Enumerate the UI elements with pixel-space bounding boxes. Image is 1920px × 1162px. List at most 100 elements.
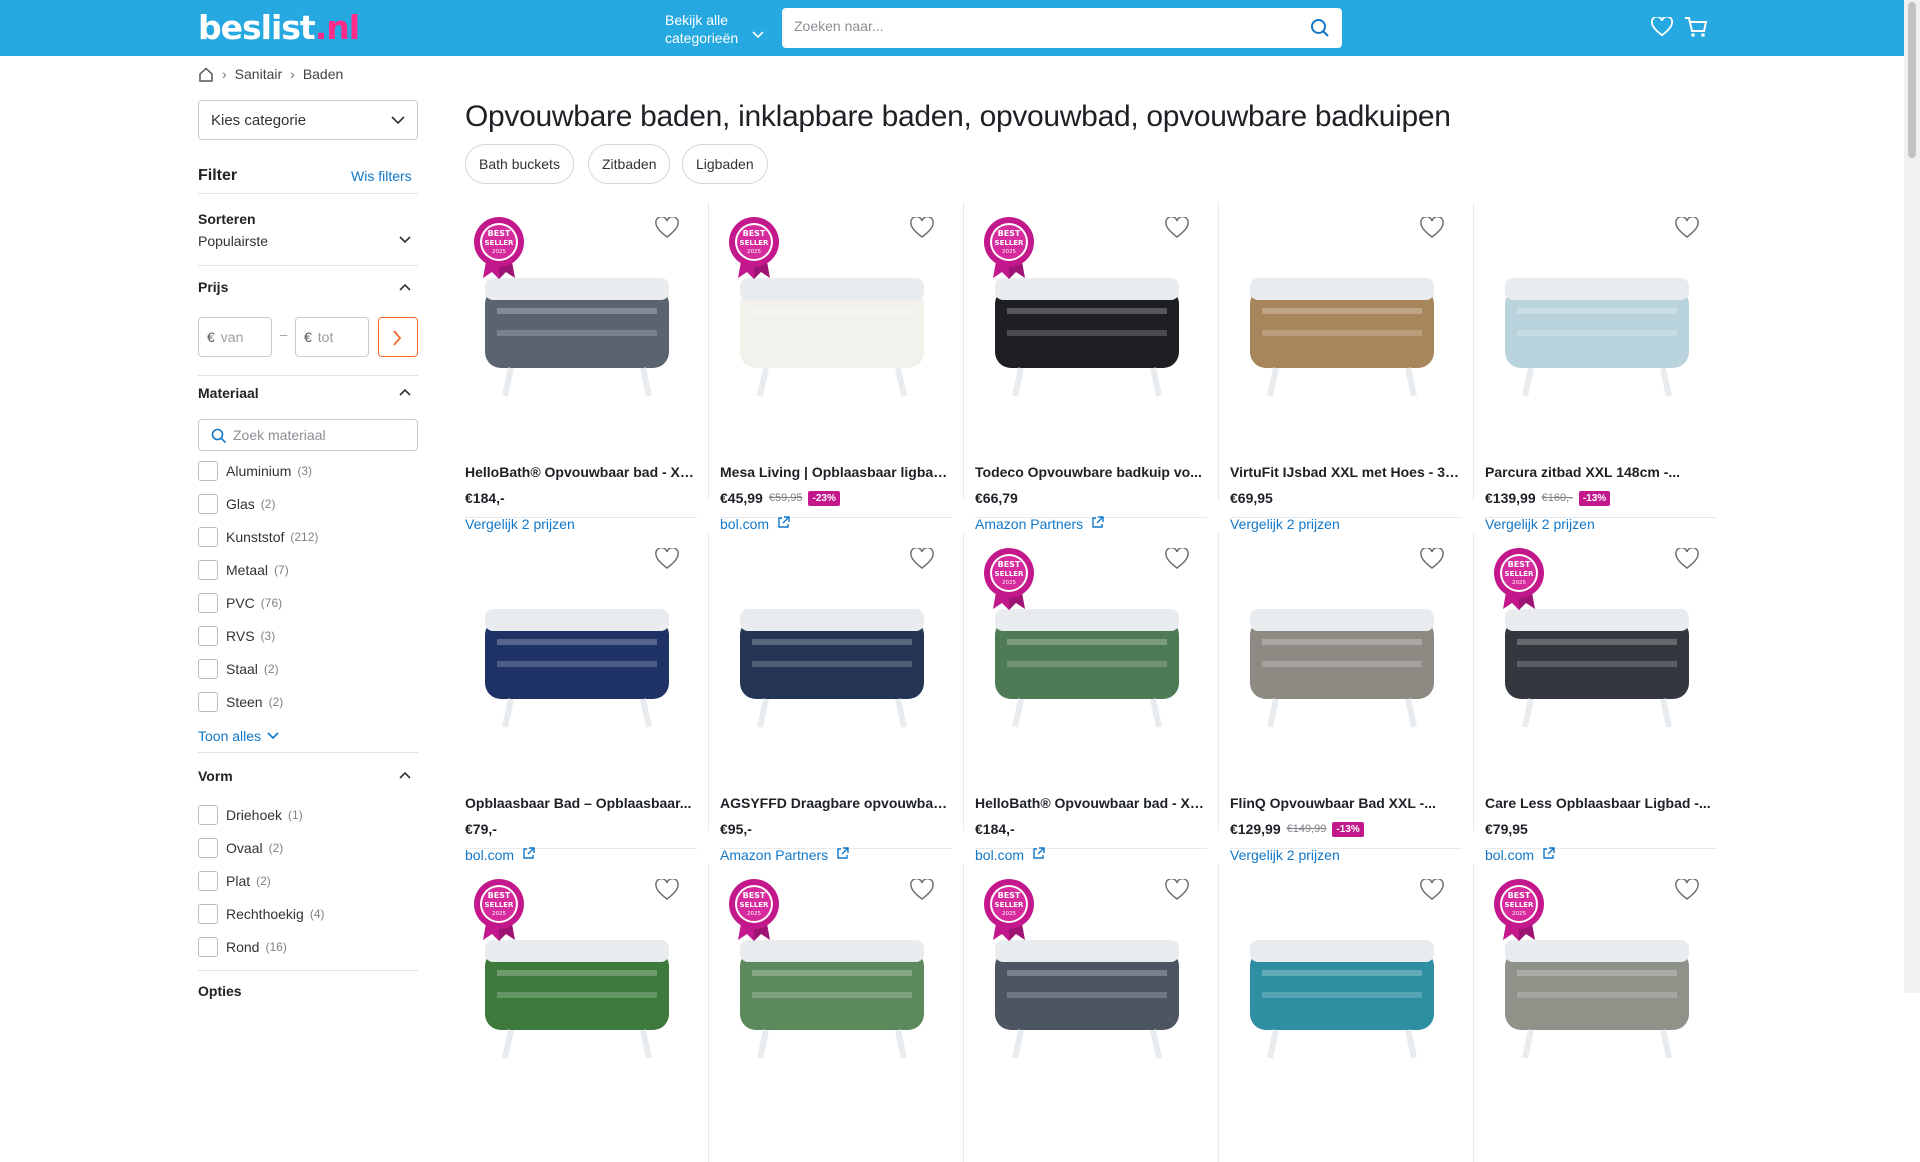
product-image[interactable] (471, 539, 683, 751)
product-card[interactable]: VirtuFit IJsbad XXL met Hoes - 37... €69,… (1230, 202, 1474, 532)
material-option[interactable]: Kunststof (212) (198, 527, 318, 547)
search-input[interactable] (794, 18, 1294, 34)
checkbox[interactable] (198, 494, 218, 514)
product-name[interactable]: VirtuFit IJsbad XXL met Hoes - 37... (1230, 464, 1462, 480)
chevron-up-icon[interactable] (399, 388, 411, 396)
product-card[interactable] (1230, 864, 1474, 1162)
product-card[interactable]: BEST SELLER 2025 HelloBath® Opvouwbaar bad … (465, 202, 709, 532)
product-image[interactable] (726, 539, 938, 751)
material-option[interactable]: PVC (76) (198, 593, 282, 613)
favorite-heart-icon[interactable] (910, 546, 934, 572)
home-icon[interactable] (198, 66, 214, 82)
checkbox[interactable] (198, 560, 218, 580)
favorite-heart-icon[interactable] (1675, 215, 1699, 241)
favorite-heart-icon[interactable] (655, 877, 679, 903)
checkbox[interactable] (198, 838, 218, 858)
product-image[interactable] (1491, 208, 1703, 420)
favorite-heart-icon[interactable] (1420, 877, 1444, 903)
sort-value[interactable]: Populairste (198, 233, 268, 249)
material-option[interactable]: Staal (2) (198, 659, 279, 679)
all-categories-button[interactable]: Bekijk alle categorieën (665, 11, 764, 47)
material-search-input[interactable] (233, 427, 403, 443)
clear-filters-link[interactable]: Wis filters (351, 168, 412, 184)
product-name[interactable]: Mesa Living | Opblaasbaar ligbad ... (720, 464, 952, 480)
product-shop-link[interactable]: Amazon Partners (975, 516, 1104, 532)
product-shop-link[interactable]: Vergelijk 2 prijzen (1230, 516, 1340, 532)
chevron-down-icon[interactable] (399, 236, 411, 244)
checkbox[interactable] (198, 692, 218, 712)
checkbox[interactable] (198, 593, 218, 613)
favorites-heart-icon[interactable] (1651, 17, 1673, 37)
checkbox[interactable] (198, 659, 218, 679)
product-card[interactable]: FlinQ Opvouwbaar Bad XXL -... €129,99 €149… (1230, 533, 1474, 863)
cart-icon[interactable] (1684, 16, 1708, 38)
material-option[interactable]: Glas (2) (198, 494, 275, 514)
product-shop-link[interactable]: Vergelijk 2 prijzen (1485, 516, 1595, 532)
product-card[interactable]: BEST SELLER 2025 (465, 864, 709, 1162)
product-card[interactable]: BEST SELLER 2025 Mesa Living | Opblaasbaar … (720, 202, 964, 532)
chip-ligbaden[interactable]: Ligbaden (682, 144, 768, 184)
favorite-heart-icon[interactable] (1165, 215, 1189, 241)
product-card[interactable]: BEST SELLER 2025 HelloBath® Opvouwbaar bad … (975, 533, 1219, 863)
shape-option[interactable]: Rond (16) (198, 937, 287, 957)
favorite-heart-icon[interactable] (910, 877, 934, 903)
favorite-heart-icon[interactable] (655, 215, 679, 241)
breadcrumb-item[interactable]: Sanitair (235, 66, 282, 82)
product-name[interactable]: Care Less Opblaasbaar Ligbad -... (1485, 795, 1717, 811)
checkbox[interactable] (198, 871, 218, 891)
favorite-heart-icon[interactable] (1420, 546, 1444, 572)
show-all-link[interactable]: Toon alles (198, 728, 279, 744)
product-image[interactable] (1236, 208, 1448, 420)
product-image[interactable] (1236, 870, 1448, 1082)
product-shop-link[interactable]: Amazon Partners (720, 847, 849, 863)
favorite-heart-icon[interactable] (910, 215, 934, 241)
product-shop-link[interactable]: bol.com (720, 516, 790, 532)
product-shop-link[interactable]: Vergelijk 2 prijzen (1230, 847, 1340, 863)
checkbox[interactable] (198, 626, 218, 646)
chevron-up-icon[interactable] (399, 771, 411, 779)
favorite-heart-icon[interactable] (1420, 215, 1444, 241)
scrollbar-thumb[interactable] (1908, 2, 1916, 158)
shape-option[interactable]: Driehoek (1) (198, 805, 303, 825)
material-option[interactable]: Metaal (7) (198, 560, 289, 580)
chip-zitbaden[interactable]: Zitbaden (588, 144, 671, 184)
checkbox[interactable] (198, 461, 218, 481)
product-shop-link[interactable]: bol.com (1485, 847, 1555, 863)
shape-option[interactable]: Ovaal (2) (198, 838, 283, 858)
search-icon[interactable] (1310, 18, 1330, 38)
product-card[interactable]: BEST SELLER 2025 (720, 864, 964, 1162)
product-name[interactable]: AGSYFFD Draagbare opvouwbare... (720, 795, 952, 811)
product-card[interactable]: BEST SELLER 2025 (1485, 864, 1717, 1162)
product-name[interactable]: Parcura zitbad XXL 148cm -... (1485, 464, 1717, 480)
favorite-heart-icon[interactable] (1165, 877, 1189, 903)
shape-option[interactable]: Plat (2) (198, 871, 271, 891)
material-option[interactable]: Steen (2) (198, 692, 283, 712)
breadcrumb-item[interactable]: Baden (303, 66, 343, 82)
material-option[interactable]: RVS (3) (198, 626, 275, 646)
product-name[interactable]: FlinQ Opvouwbaar Bad XXL -... (1230, 795, 1462, 811)
shape-option[interactable]: Rechthoekig (4) (198, 904, 325, 924)
chevron-up-icon[interactable] (399, 283, 411, 291)
product-name[interactable]: Opblaasbaar Bad – Opblaasbaar... (465, 795, 697, 811)
product-card[interactable]: Opblaasbaar Bad – Opblaasbaar... €79,- bol… (465, 533, 709, 863)
beslist-logo[interactable]: beslist.nl (198, 8, 360, 47)
favorite-heart-icon[interactable] (1675, 546, 1699, 572)
product-shop-link[interactable]: Vergelijk 2 prijzen (465, 516, 575, 532)
checkbox[interactable] (198, 527, 218, 547)
checkbox[interactable] (198, 805, 218, 825)
product-name[interactable]: HelloBath® Opvouwbaar bad - XXL... (975, 795, 1207, 811)
product-card[interactable]: BEST SELLER 2025 Care Less Opblaasbaar Ligb… (1485, 533, 1717, 863)
material-option[interactable]: Aluminium (3) (198, 461, 312, 481)
price-from-input[interactable]: € van (198, 317, 272, 357)
product-name[interactable]: Todeco Opvouwbare badkuip vo... (975, 464, 1207, 480)
checkbox[interactable] (198, 904, 218, 924)
price-apply-button[interactable] (378, 317, 418, 357)
favorite-heart-icon[interactable] (1165, 546, 1189, 572)
product-image[interactable] (1236, 539, 1448, 751)
product-shop-link[interactable]: bol.com (465, 847, 535, 863)
chip-bath-buckets[interactable]: Bath buckets (465, 144, 574, 184)
favorite-heart-icon[interactable] (1675, 877, 1699, 903)
product-name[interactable]: HelloBath® Opvouwbaar bad - XXL... (465, 464, 697, 480)
product-card[interactable]: BEST SELLER 2025 Todeco Opvouwbare badkuip … (975, 202, 1219, 532)
price-to-input[interactable]: € tot (295, 317, 369, 357)
